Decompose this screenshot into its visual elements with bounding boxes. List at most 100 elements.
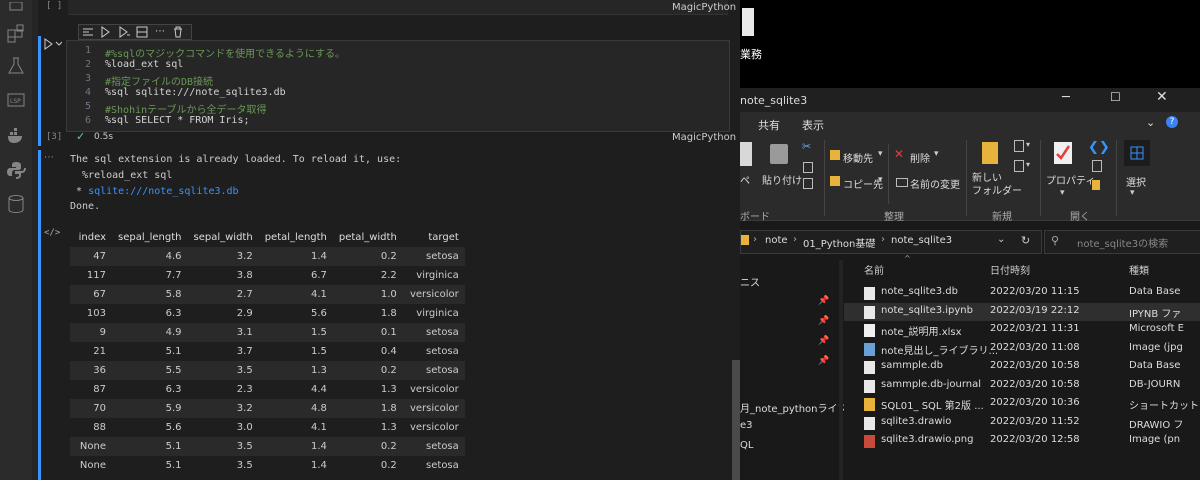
doc-file-icon [864, 379, 875, 393]
copy-path-icon[interactable] [803, 162, 813, 173]
output-more-icon[interactable]: ⋯ [44, 152, 54, 163]
cell-kernel-label[interactable]: MagicPython [672, 132, 736, 143]
new-folder-label[interactable]: 新しい フォルダー [972, 172, 1022, 198]
extensions-icon[interactable] [6, 24, 26, 44]
run-by-line-icon[interactable] [99, 25, 113, 39]
move-to-icon[interactable] [830, 150, 840, 160]
move-to-dropdown-icon[interactable]: ▾ [878, 149, 883, 159]
close-button[interactable]: ✕ [1156, 89, 1168, 105]
table-cell: 4.4 [310, 384, 327, 395]
file-row[interactable]: sammple.db 2022/03/20 10:58 Data Base [844, 358, 1200, 376]
paste-shortcut-label[interactable]: 貼り付け [762, 172, 802, 187]
delete-label[interactable]: 削除 [910, 150, 930, 165]
table-cell: versicolor [409, 384, 459, 395]
paste-shortcut-icon[interactable] [770, 144, 788, 164]
delete-icon[interactable]: ✕ [894, 147, 904, 161]
files-icon[interactable] [6, 1, 26, 22]
delete-cell-icon[interactable] [171, 25, 185, 39]
database-icon[interactable] [6, 194, 26, 214]
table-row: 103 6.3 2.9 5.6 1.8 virginica [70, 304, 465, 323]
properties-dropdown-icon[interactable]: ▾ [1060, 188, 1065, 198]
new-item-icon[interactable] [1014, 140, 1024, 152]
help-icon[interactable]: ? [1166, 116, 1178, 128]
breadcrumb-item[interactable]: note [765, 235, 788, 246]
properties-label[interactable]: プロパティ [1046, 172, 1095, 187]
rename-label[interactable]: 名前の変更 [910, 176, 960, 191]
address-bar[interactable]: › note › 01_Python基礎 › note_sqlite3 ⌄ ↻ [740, 230, 1042, 254]
nav-item[interactable]: QL [740, 440, 753, 451]
code-line[interactable]: #%sqlのマジックコマンドを使用できるようにする。 [105, 45, 345, 60]
nav-item[interactable]: e3 [740, 420, 753, 431]
lsp-icon[interactable]: LSP [6, 90, 26, 110]
rename-icon[interactable] [896, 178, 908, 187]
column-header-type[interactable]: 種類 [1129, 262, 1149, 277]
copy-to-icon[interactable] [830, 176, 840, 186]
address-history-dropdown-icon[interactable]: ⌄ [997, 234, 1005, 245]
code-line[interactable]: %load_ext sql [105, 59, 183, 70]
copy-to-dropdown-icon[interactable]: ▾ [878, 175, 883, 185]
run-above-icon[interactable] [81, 25, 95, 39]
column-header-name[interactable]: 名前 [864, 262, 884, 277]
testing-flask-icon[interactable] [6, 56, 26, 76]
search-box[interactable]: ⚲ note_sqlite3の検索 [1044, 230, 1200, 254]
file-row[interactable]: note_説明用.xlsx 2022/03/21 11:31 Microsoft E [844, 321, 1200, 339]
edit-icon[interactable] [1092, 160, 1102, 172]
open-with-vscode-icon[interactable]: ❮❯ [1088, 140, 1110, 155]
tab-view[interactable]: 表示 [802, 117, 824, 133]
editor-scrollbar[interactable] [732, 360, 740, 480]
code-line[interactable]: %sql SELECT * FROM Iris; [105, 115, 250, 126]
file-row[interactable]: note見出し_ライブラリ... 2022/03/20 11:08 Image (j… [844, 340, 1200, 358]
select-label[interactable]: 選択 [1126, 174, 1146, 189]
code-line[interactable]: #Shohinテーブルから全データ取得 [105, 101, 267, 116]
paste-icon[interactable] [740, 142, 752, 166]
connection-link[interactable]: sqlite:///note_sqlite3.db [88, 186, 239, 197]
delete-dropdown-icon[interactable]: ▾ [934, 149, 939, 159]
easy-access-dropdown-icon[interactable]: ▾ [1026, 160, 1030, 169]
address-row: › note › 01_Python基礎 › note_sqlite3 ⌄ ↻ … [740, 222, 1200, 260]
nav-item[interactable]: ニス [740, 274, 760, 289]
more-actions-icon[interactable]: ⋯ [153, 25, 167, 39]
new-item-dropdown-icon[interactable]: ▾ [1026, 140, 1030, 149]
refresh-icon[interactable]: ↻ [1021, 234, 1030, 247]
python-icon[interactable] [6, 160, 26, 180]
run-cell-button[interactable] [44, 38, 63, 50]
move-to-label[interactable]: 移動先 [843, 150, 873, 165]
copy-icon[interactable] [803, 178, 813, 189]
previous-cell[interactable] [68, 0, 728, 15]
html-output-icon[interactable]: </> [44, 228, 60, 238]
table-cell: 2.3 [236, 384, 253, 395]
breadcrumb-item[interactable]: 01_Python基礎 [803, 235, 875, 250]
ribbon-collapse-icon[interactable]: ⌄ [1146, 116, 1155, 129]
code-line[interactable]: #指定ファイルのDB接続 [105, 73, 213, 88]
file-row[interactable]: note_sqlite3.db 2022/03/20 11:15 Data Base [844, 284, 1200, 302]
file-row[interactable]: note_sqlite3.ipynb 2022/03/19 22:12 IPYNB … [844, 302, 1200, 321]
docker-icon[interactable] [6, 126, 26, 146]
cut-icon[interactable]: ✂ [802, 140, 811, 153]
file-row[interactable]: sqlite3.drawio 2022/03/20 11:52 DRAWIO フ [844, 414, 1200, 432]
select-dropdown-icon[interactable]: ▾ [1130, 188, 1135, 198]
new-folder-icon[interactable] [982, 142, 998, 164]
properties-icon[interactable] [1054, 142, 1072, 164]
execute-below-icon[interactable] [117, 25, 131, 39]
history-icon[interactable] [1092, 180, 1100, 190]
maximize-button[interactable]: ☐ [1110, 90, 1121, 104]
split-cell-icon[interactable] [135, 25, 149, 39]
file-row[interactable]: sammple.db-journal 2022/03/20 10:58 DB-JOU… [844, 377, 1200, 395]
column-header: sepal_width [193, 232, 253, 243]
desktop-shortcut-icon[interactable] [742, 8, 754, 36]
nav-item[interactable]: 月_note_pythonライブ [740, 400, 848, 415]
breadcrumb-item[interactable]: note_sqlite3 [891, 235, 952, 246]
paste-label[interactable]: ペースト [740, 172, 750, 187]
file-row[interactable]: sqlite3.drawio.png 2022/03/20 12:58 Image … [844, 432, 1200, 450]
tab-share[interactable]: 共有 [758, 117, 780, 133]
easy-access-icon[interactable] [1014, 160, 1024, 172]
file-row[interactable]: SQL01_ SQL 第2版 ... 2022/03/20 10:36 ショートカッ… [844, 395, 1200, 413]
code-line[interactable]: %sql sqlite:///note_sqlite3.db [105, 87, 286, 98]
desktop-item-label[interactable]: 業務 [740, 46, 762, 62]
nav-pane-scrollbar[interactable] [839, 260, 843, 480]
code-cell-editor[interactable]: 1 #%sqlのマジックコマンドを使用できるようにする。 2 %load_ext… [66, 40, 730, 132]
minimize-button[interactable]: ─ [1062, 90, 1070, 105]
copy-to-label[interactable]: コピー先 [843, 176, 883, 191]
select-grid-icon[interactable] [1124, 140, 1150, 166]
column-header-date[interactable]: 日付時刻 [990, 262, 1030, 277]
